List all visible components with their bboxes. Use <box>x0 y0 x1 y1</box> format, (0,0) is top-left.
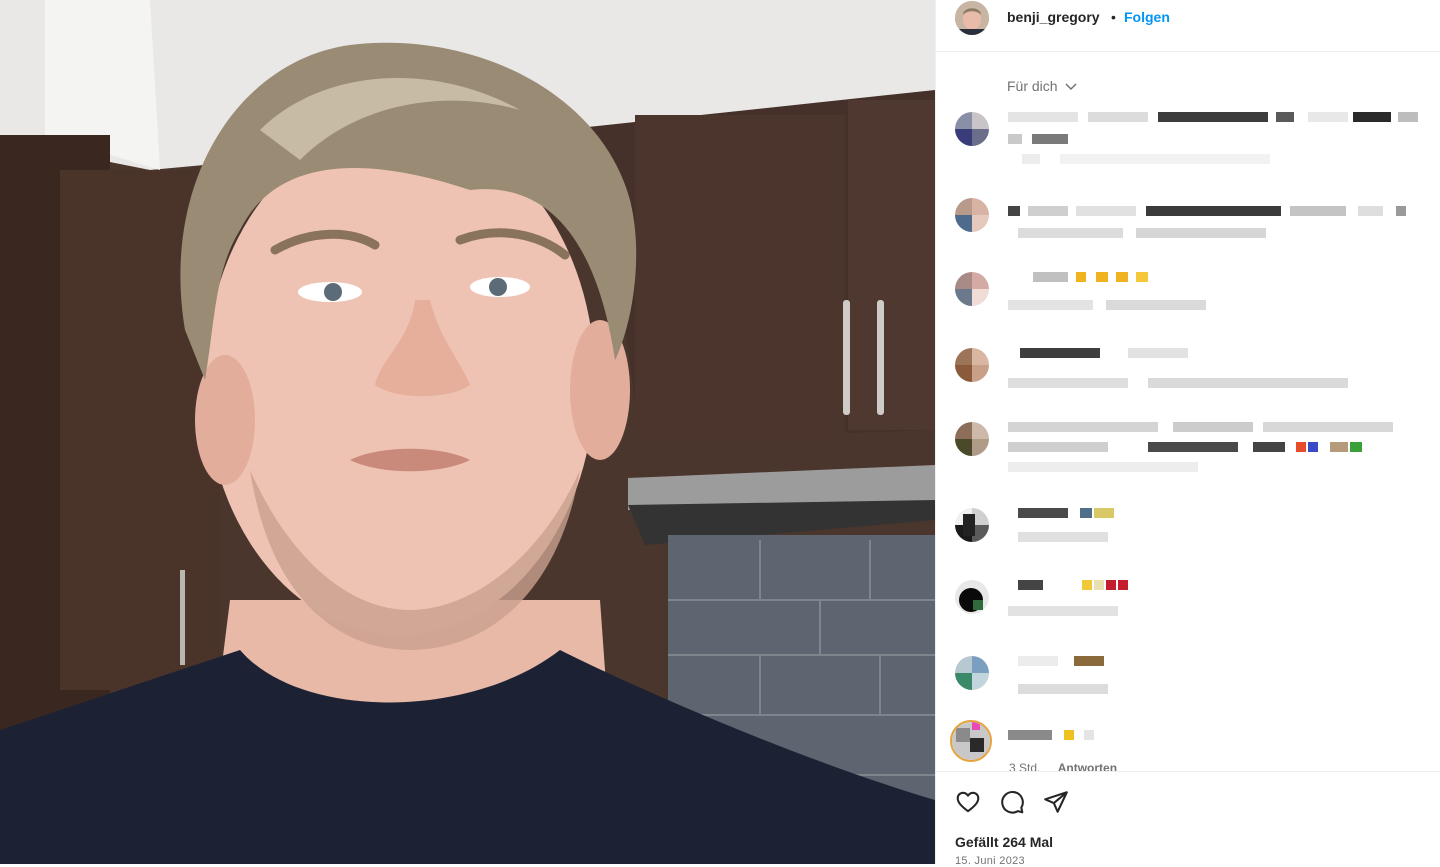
pixelated-avatar <box>952 722 990 760</box>
pixelated-avatar <box>955 112 989 146</box>
post-actions: Gefällt 264 Mal 15. Juni 2023 <box>936 771 1440 867</box>
comment-avatar[interactable] <box>955 508 989 542</box>
pixelated-avatar <box>955 422 989 456</box>
profile-picture <box>955 1 989 35</box>
username-link[interactable]: benji_gregory <box>1007 9 1100 25</box>
comment-avatar[interactable] <box>955 272 989 306</box>
pixelated-avatar <box>955 580 989 614</box>
redacted-comment-text <box>1008 508 1118 518</box>
follow-button[interactable]: Folgen <box>1124 9 1170 25</box>
redacted-comment-text <box>1008 580 1138 590</box>
likes-count[interactable]: Gefällt 264 Mal <box>955 834 1053 850</box>
comments-filter-label: Für dich <box>1007 78 1058 94</box>
post-date: 15. Juni 2023 <box>955 855 1025 867</box>
redacted-comment-text <box>1008 730 1108 740</box>
comments-filter-dropdown[interactable]: Für dich <box>1007 78 1077 94</box>
heart-icon[interactable] <box>955 789 981 815</box>
redacted-comment-text <box>1008 656 1118 666</box>
comment-avatar[interactable] <box>955 422 989 456</box>
pixelated-avatar <box>955 348 989 382</box>
comment-avatar[interactable] <box>950 720 992 762</box>
pixelated-avatar <box>955 272 989 306</box>
redacted-comment-text <box>1008 134 1068 144</box>
comment-icon[interactable] <box>999 789 1025 815</box>
comment-meta: 3 Std. Antworten <box>1009 761 1131 771</box>
redacted-comment-meta <box>1008 606 1118 616</box>
reply-button[interactable]: Antworten <box>1058 761 1117 771</box>
redacted-comment-meta <box>1008 300 1208 310</box>
comment-timestamp: 3 Std. <box>1009 761 1041 771</box>
post-image[interactable] <box>0 0 935 864</box>
pixelated-avatar <box>955 656 989 690</box>
pixelated-avatar <box>955 508 989 542</box>
comments-list: 3 Std. Antworten <box>936 96 1440 771</box>
separator-dot: • <box>1111 9 1116 25</box>
selfie-photo <box>0 0 935 864</box>
redacted-comment-text <box>1008 348 1198 358</box>
redacted-comment-meta <box>1008 378 1358 388</box>
post-sidebar: benji_gregory • Folgen Für dich 3 Std. A… <box>935 0 1440 867</box>
avatar[interactable] <box>955 1 989 35</box>
comment-avatar[interactable] <box>955 580 989 614</box>
send-icon[interactable] <box>1043 789 1069 815</box>
redacted-comment-meta <box>1008 684 1108 694</box>
redacted-comment-text <box>1008 272 1168 282</box>
redacted-comment-text <box>1008 206 1408 216</box>
redacted-comment-meta <box>1008 462 1198 472</box>
redacted-comment-text <box>1008 442 1368 452</box>
redacted-comment-text <box>1008 112 1418 122</box>
comment-avatar[interactable] <box>955 656 989 690</box>
comment-avatar[interactable] <box>955 348 989 382</box>
comment-avatar[interactable] <box>955 198 989 232</box>
comment-avatar[interactable] <box>955 112 989 146</box>
redacted-comment-meta <box>1008 228 1268 238</box>
redacted-comment-meta <box>1008 154 1270 164</box>
post-header: benji_gregory • Folgen <box>936 0 1440 52</box>
redacted-comment-text <box>1008 422 1398 432</box>
pixelated-avatar <box>955 198 989 232</box>
redacted-comment-meta <box>1008 532 1108 542</box>
chevron-down-icon <box>1065 83 1077 91</box>
